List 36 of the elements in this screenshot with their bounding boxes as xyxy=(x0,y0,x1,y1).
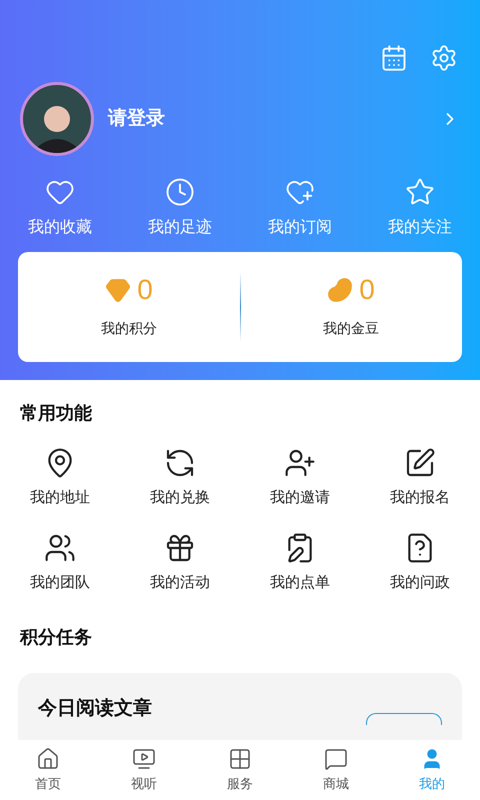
clock-icon[interactable] xyxy=(165,177,195,207)
video-icon xyxy=(132,746,156,771)
exchange-icon[interactable] xyxy=(164,447,196,479)
star-icon[interactable] xyxy=(405,177,435,207)
bean-icon xyxy=(327,276,354,302)
function-label[interactable]: 我的地址 xyxy=(30,487,90,510)
function-label[interactable]: 我的活动 xyxy=(150,572,210,594)
function-label[interactable]: 我的兑换 xyxy=(150,487,210,510)
task-action-button[interactable] xyxy=(366,713,442,725)
section-title: 积分任务 xyxy=(20,626,93,649)
stat-value: 0 xyxy=(359,276,375,304)
function-label[interactable]: 我的报名 xyxy=(390,487,450,510)
function-label[interactable]: 我的点单 xyxy=(270,572,330,594)
quick-link[interactable]: 我的收藏 xyxy=(28,216,92,240)
tab-item[interactable]: 视听 xyxy=(96,740,192,800)
edit-icon[interactable] xyxy=(404,447,436,479)
stat-label[interactable]: 我的积分 xyxy=(101,318,157,338)
grid-icon xyxy=(228,746,252,771)
tab-item[interactable]: 服务 xyxy=(192,740,288,800)
calendar-icon[interactable] xyxy=(380,44,408,72)
function-label[interactable]: 我的邀请 xyxy=(270,487,330,510)
task-title: 今日阅读文章 xyxy=(38,696,152,721)
tab-item[interactable]: 首页 xyxy=(0,740,96,800)
login-prompt[interactable]: 请登录 xyxy=(108,104,440,134)
gem-icon xyxy=(105,276,132,302)
settings-icon[interactable] xyxy=(430,44,458,72)
stat-label[interactable]: 我的金豆 xyxy=(323,318,379,338)
function-label[interactable]: 我的问政 xyxy=(390,572,450,594)
chat-icon xyxy=(324,746,348,771)
section-title: 常用功能 xyxy=(20,402,93,425)
user-plus-icon[interactable] xyxy=(284,447,316,479)
tab-item[interactable]: 商城 xyxy=(288,740,384,800)
home-icon xyxy=(36,746,60,771)
function-label[interactable]: 我的团队 xyxy=(30,572,90,594)
stat-value: 0 xyxy=(137,276,153,304)
quick-link[interactable]: 我的足迹 xyxy=(148,216,212,240)
